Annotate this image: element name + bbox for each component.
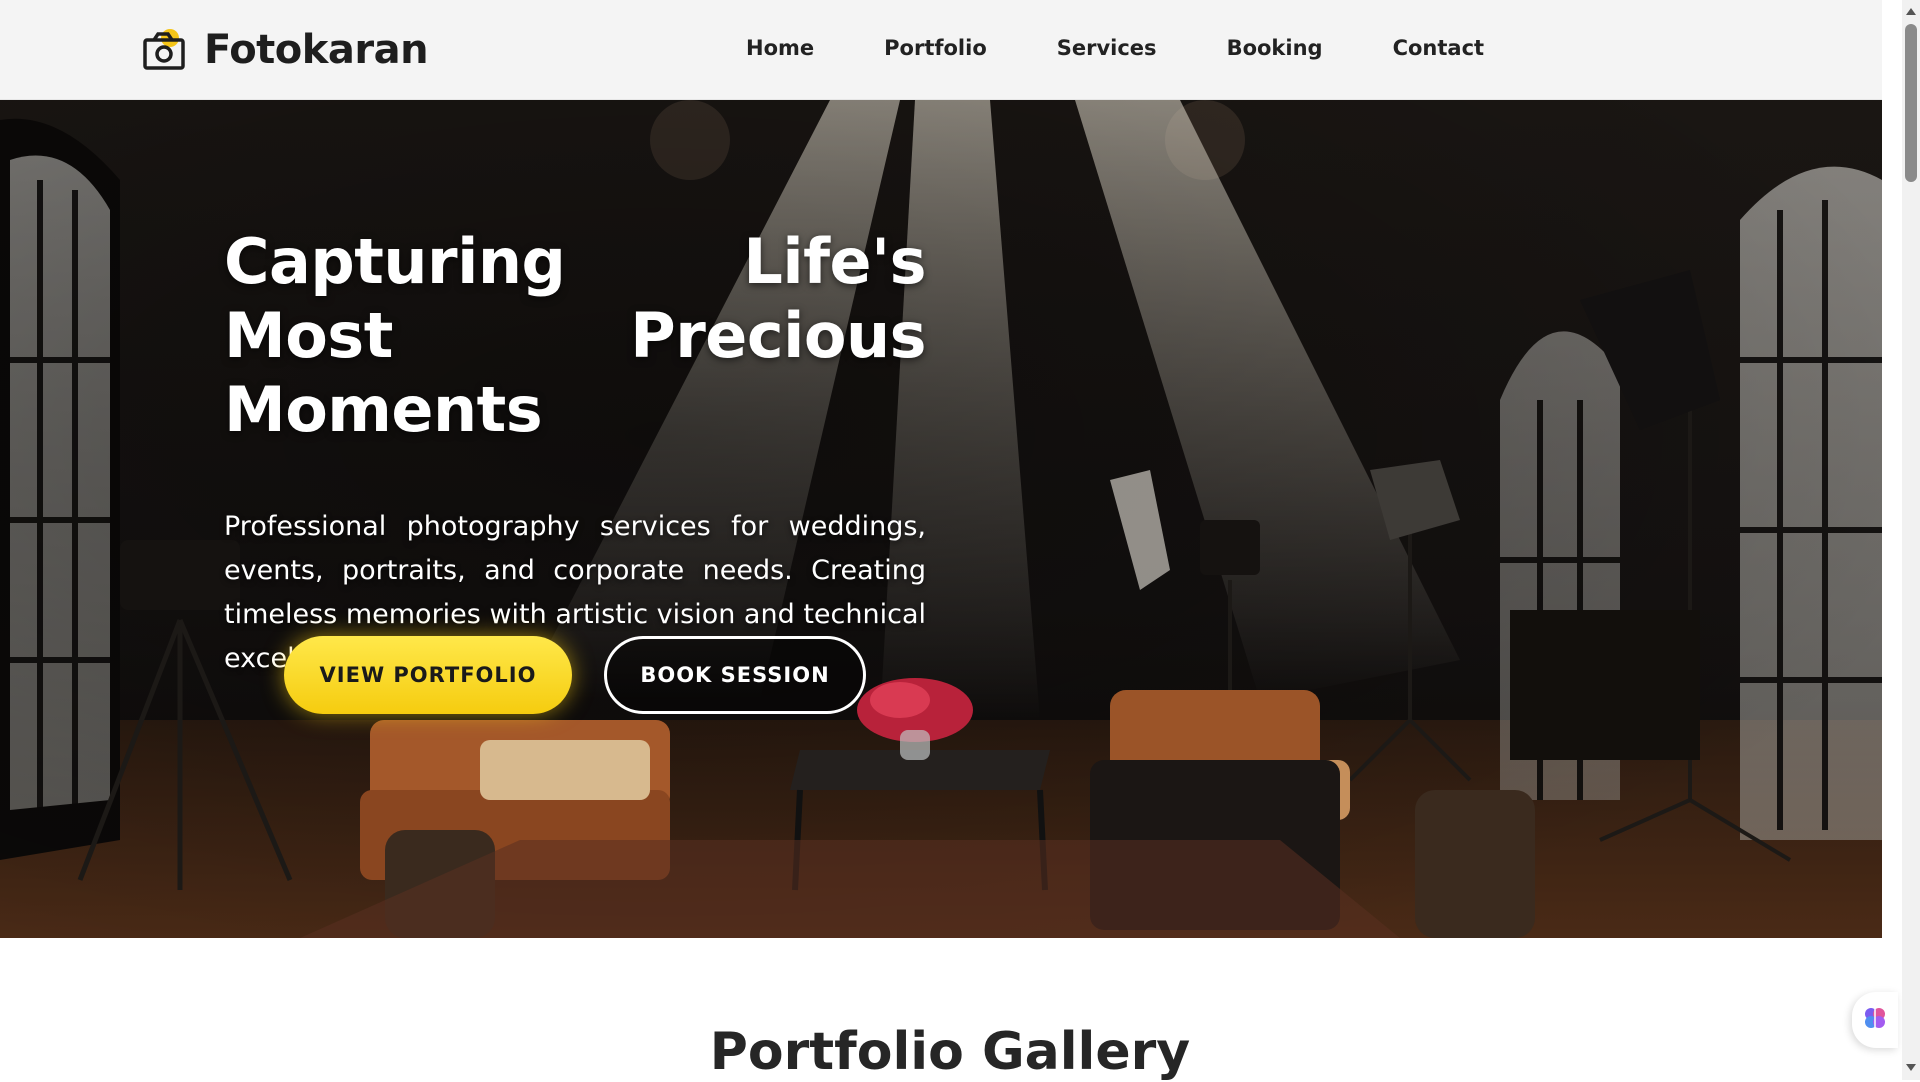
nav-services[interactable]: Services xyxy=(1057,36,1157,60)
hero-section: Capturing Life's Most Precious Moments P… xyxy=(0,100,1882,938)
brain-icon xyxy=(1862,1005,1888,1035)
nav-portfolio[interactable]: Portfolio xyxy=(884,36,987,60)
floating-assistant-button[interactable] xyxy=(1852,992,1898,1048)
brand[interactable]: Fotokaran xyxy=(140,26,429,74)
page-scrollbar[interactable] xyxy=(1902,0,1920,1080)
camera-icon xyxy=(140,26,188,74)
scroll-thumb[interactable] xyxy=(1905,24,1917,182)
nav-contact[interactable]: Contact xyxy=(1393,36,1485,60)
book-session-button[interactable]: BOOK SESSION xyxy=(604,636,866,714)
view-portfolio-button[interactable]: VIEW PORTFOLIO xyxy=(284,636,572,714)
hero-content: Capturing Life's Most Precious Moments P… xyxy=(224,225,927,681)
nav-booking[interactable]: Booking xyxy=(1227,36,1323,60)
scroll-up-arrow-icon[interactable] xyxy=(1906,8,1916,15)
portfolio-gallery-title: Portfolio Gallery xyxy=(709,1022,1191,1082)
site-header: Fotokaran Home Portfolio Services Bookin… xyxy=(0,0,1882,100)
brand-name: Fotokaran xyxy=(204,27,429,73)
hero-cta-group: VIEW PORTFOLIO BOOK SESSION xyxy=(284,636,866,714)
scroll-down-arrow-icon[interactable] xyxy=(1906,1064,1916,1071)
hero-title: Capturing Life's Most Precious Moments xyxy=(224,225,927,446)
main-nav: Home Portfolio Services Booking Contact xyxy=(746,36,1484,60)
nav-home[interactable]: Home xyxy=(746,36,814,60)
